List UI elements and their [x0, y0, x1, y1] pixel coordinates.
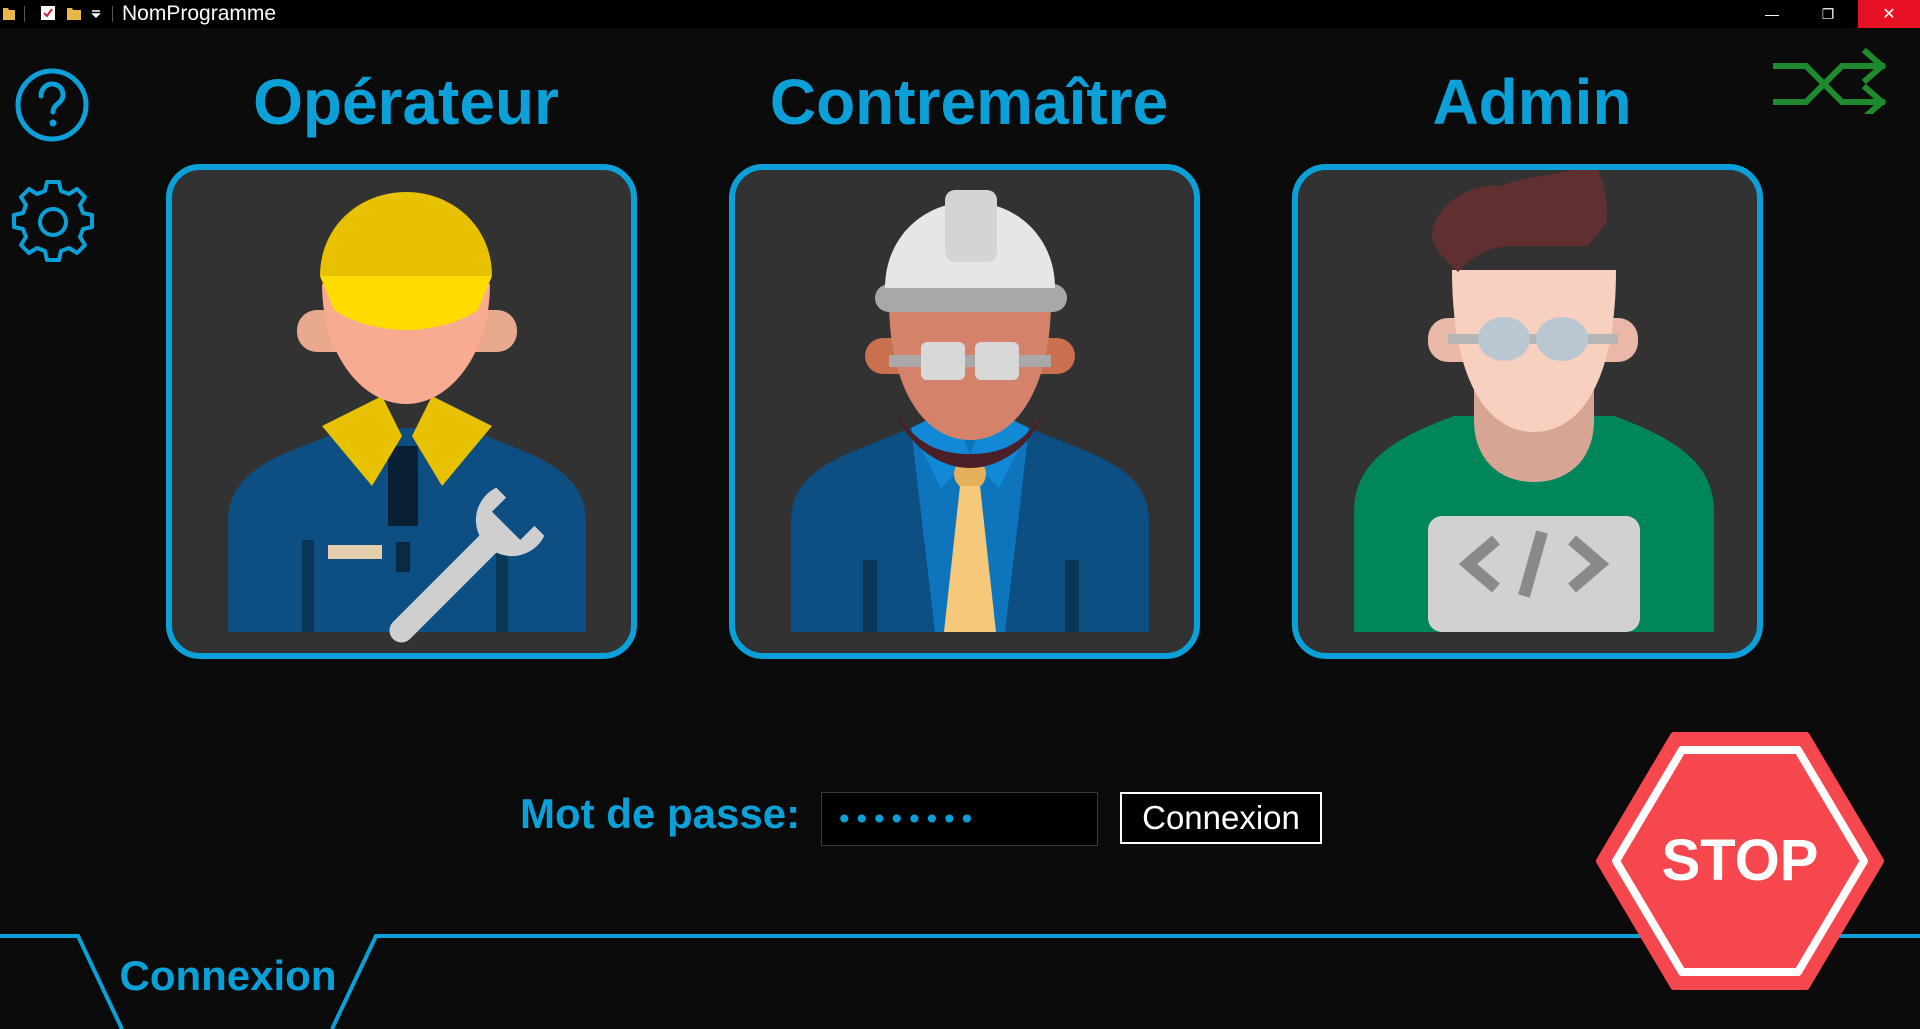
- minimize-button[interactable]: —: [1744, 0, 1800, 28]
- role-title-foreman: Contremaître: [769, 66, 1169, 138]
- window-title: NomProgramme: [122, 2, 277, 25]
- restore-button[interactable]: ❐: [1800, 0, 1856, 28]
- role-title-admin: Admin: [1432, 66, 1632, 138]
- restore-icon: ❐: [1821, 5, 1835, 22]
- minimize-icon: —: [1765, 6, 1779, 22]
- title-bar: NomProgramme — ❐ ✕: [0, 0, 1920, 28]
- customize-quick-access-icon[interactable]: [90, 5, 102, 21]
- role-card-operator[interactable]: [166, 164, 637, 659]
- gear-icon[interactable]: [9, 178, 97, 266]
- role-card-admin[interactable]: [1292, 164, 1763, 659]
- foreman-engineer-icon: [791, 190, 1149, 632]
- help-icon[interactable]: [15, 68, 89, 142]
- operator-worker-icon: [228, 192, 586, 643]
- stop-button[interactable]: STOP: [1594, 730, 1886, 992]
- close-button[interactable]: ✕: [1858, 0, 1920, 28]
- new-folder-icon[interactable]: [66, 5, 82, 21]
- password-label: Mot de passe:: [520, 790, 801, 837]
- role-title-operator: Opérateur: [253, 66, 559, 138]
- stop-label: STOP: [1662, 828, 1819, 893]
- folder-icon: [3, 8, 15, 20]
- shuffle-icon[interactable]: [1772, 46, 1892, 114]
- connect-button[interactable]: Connexion: [1120, 792, 1322, 844]
- role-card-foreman[interactable]: [729, 164, 1200, 659]
- password-input[interactable]: [821, 792, 1098, 846]
- admin-developer-icon: [1354, 170, 1714, 632]
- close-icon: ✕: [1882, 6, 1896, 23]
- properties-icon[interactable]: [40, 5, 56, 21]
- tab-connexion[interactable]: Connexion: [108, 948, 348, 1004]
